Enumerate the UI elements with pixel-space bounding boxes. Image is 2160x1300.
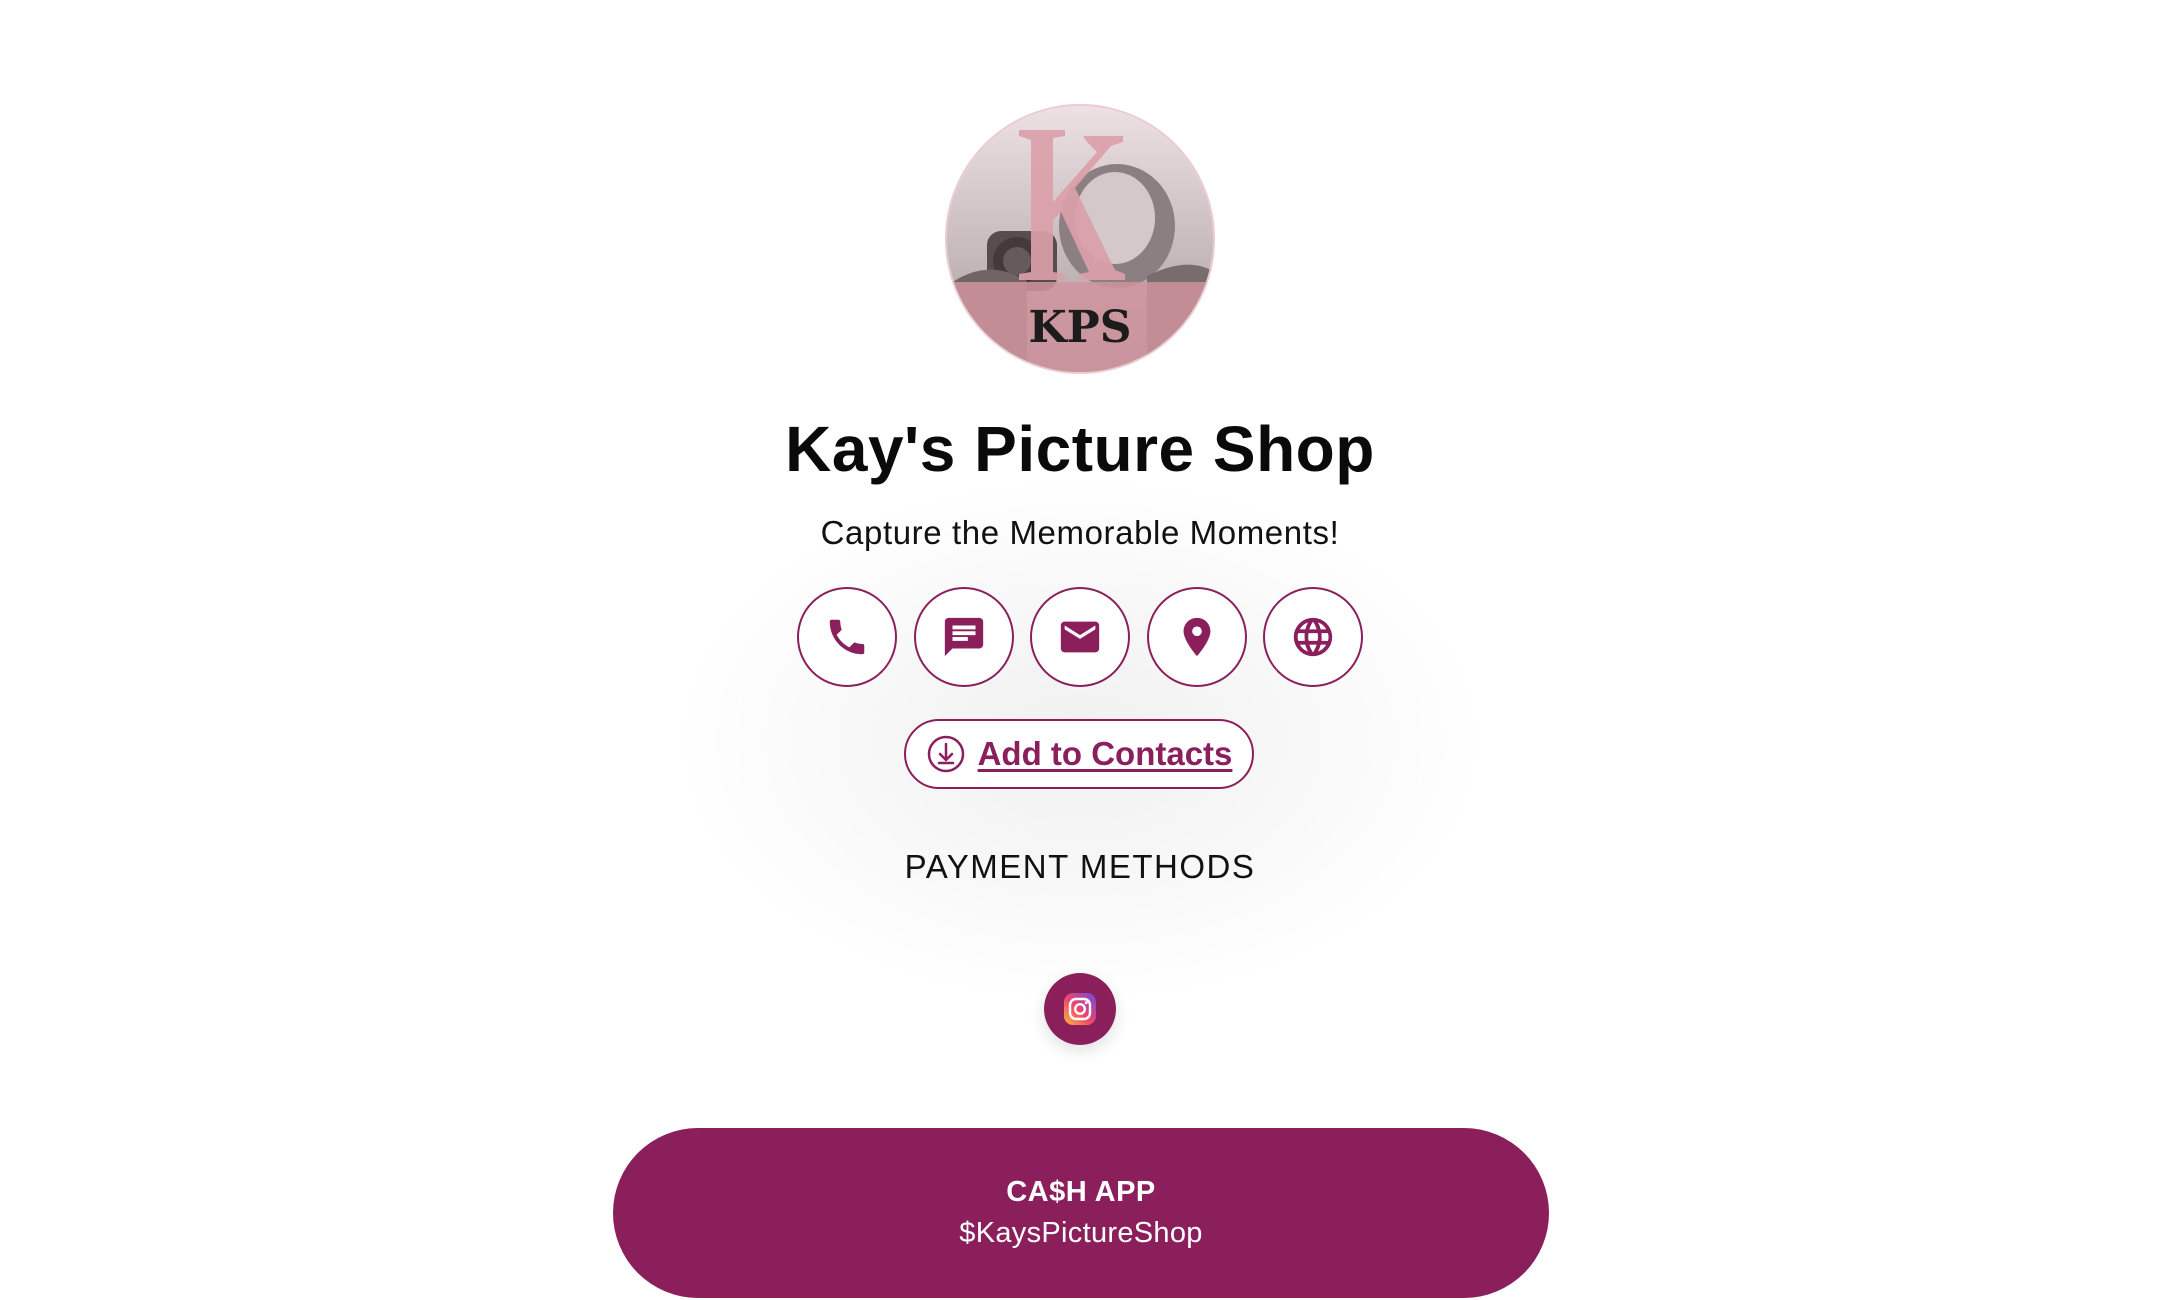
message-icon	[944, 617, 983, 657]
profile-tagline: Capture the Memorable Moments!	[820, 514, 1340, 551]
payment-method-name: CA$H APP	[1006, 1176, 1156, 1208]
email-button[interactable]	[1030, 587, 1130, 687]
add-to-contacts-label: Add to Contacts	[977, 735, 1233, 772]
email-icon	[1060, 621, 1100, 653]
download-icon	[927, 735, 964, 773]
add-to-contacts-button[interactable]: Add to Contacts	[904, 719, 1254, 789]
contact-actions	[797, 587, 1363, 687]
globe-icon	[1293, 617, 1333, 657]
cash-app-payment-button[interactable]: CA$H APP $KaysPictureShop	[613, 1128, 1549, 1298]
location-button[interactable]	[1146, 587, 1247, 687]
profile-card: KPS Kay's Picture Shop Capture the Memor…	[0, 0, 2160, 1300]
avatar-monogram: KPS	[1028, 302, 1131, 353]
instagram-icon	[1064, 993, 1096, 1025]
phone-icon	[829, 619, 865, 655]
message-button[interactable]	[913, 587, 1014, 687]
instagram-button[interactable]	[1044, 973, 1116, 1045]
payment-methods-heading: PAYMENT METHODS	[904, 848, 1256, 885]
website-button[interactable]	[1263, 587, 1363, 687]
call-button[interactable]	[797, 587, 897, 687]
profile-name: Kay's Picture Shop	[785, 413, 1375, 485]
payment-method-handle: $KaysPictureShop	[959, 1217, 1203, 1249]
location-pin-icon	[1183, 617, 1210, 657]
avatar: KPS	[947, 106, 1213, 372]
